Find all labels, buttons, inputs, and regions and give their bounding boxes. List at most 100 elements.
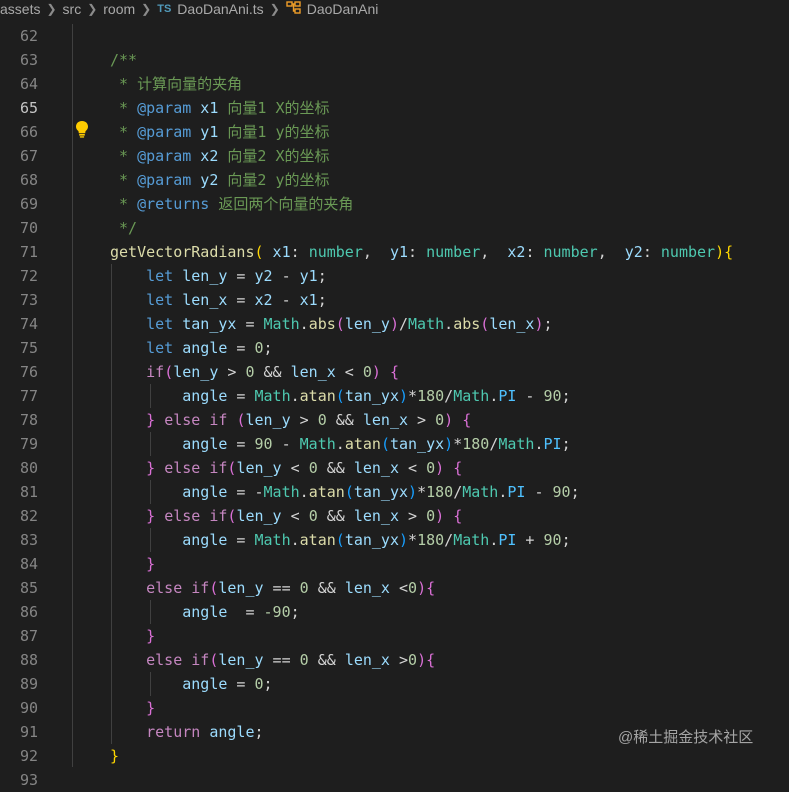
- code-text: let len_x = x2 - x1;: [110, 288, 327, 312]
- code-line[interactable]: 73 let len_x = x2 - x1;: [0, 288, 789, 312]
- line-number: 66: [19, 123, 38, 141]
- code-token: ): [408, 483, 418, 501]
- code-line[interactable]: 74 let tan_yx = Math.abs(len_y)/Math.abs…: [0, 312, 789, 336]
- line-number: 69: [19, 195, 38, 213]
- code-line[interactable]: 78 } else if (len_y > 0 && len_x > 0) {: [0, 408, 789, 432]
- code-token: .: [444, 315, 454, 333]
- code-token: PI: [498, 531, 517, 549]
- code-token: 向量1 X的坐标: [218, 99, 330, 117]
- code-line[interactable]: 68 * @param y2 向量2 y的坐标: [0, 168, 789, 192]
- code-token: ;: [561, 387, 571, 405]
- code-token: ;: [317, 267, 327, 285]
- code-token: angle: [182, 387, 228, 405]
- code-token: 90: [543, 531, 562, 549]
- code-token: =: [227, 483, 255, 501]
- code-token: 180: [462, 435, 490, 453]
- code-token: len_x: [362, 411, 409, 429]
- code-line[interactable]: 84 }: [0, 552, 789, 576]
- code-line[interactable]: 79 angle = 90 - Math.atan(tan_yx)*180/Ma…: [0, 432, 789, 456]
- code-line[interactable]: 64 * 计算向量的夹角: [0, 72, 789, 96]
- code-line[interactable]: 66 * @param y1 向量1 y的坐标: [0, 120, 789, 144]
- code-text: let tan_yx = Math.abs(len_y)/Math.abs(le…: [110, 312, 552, 336]
- code-token: {: [453, 459, 463, 477]
- code-token: {: [389, 363, 399, 381]
- code-token: */: [110, 219, 138, 237]
- code-token: <: [399, 459, 427, 477]
- code-token: ==: [263, 651, 300, 669]
- code-token: Math: [408, 315, 445, 333]
- line-number: 89: [19, 675, 38, 693]
- code-token: &&: [317, 507, 354, 525]
- code-token: ): [399, 387, 409, 405]
- code-line[interactable]: 67 * @param x2 向量2 X的坐标: [0, 144, 789, 168]
- code-token: >: [389, 651, 409, 669]
- code-token: =: [236, 315, 264, 333]
- code-token: angle: [182, 675, 228, 693]
- code-token: -90: [263, 603, 291, 621]
- code-line[interactable]: 77 angle = Math.atan(tan_yx)*180/Math.PI…: [0, 384, 789, 408]
- code-line[interactable]: 88 else if(len_y == 0 && len_x >0){: [0, 648, 789, 672]
- code-token: let: [146, 267, 174, 285]
- code-token: /: [399, 315, 409, 333]
- code-text: } else if(len_y < 0 && len_x < 0) {: [110, 456, 462, 480]
- code-text: }: [110, 744, 119, 768]
- code-token: atan: [299, 531, 336, 549]
- code-token: number: [543, 243, 598, 261]
- breadcrumb-item-assets[interactable]: assets: [0, 1, 40, 17]
- code-token: }: [146, 555, 156, 573]
- line-number: 85: [19, 579, 38, 597]
- code-line[interactable]: 62: [0, 24, 789, 48]
- code-editor[interactable]: 62 63/** 64 * 计算向量的夹角 65 * @param x1 向量1 X的…: [0, 24, 789, 789]
- code-line[interactable]: 75 let angle = 0;: [0, 336, 789, 360]
- code-token: ;: [570, 483, 580, 501]
- code-text: angle = 90 - Math.atan(tan_yx)*180/Math.…: [110, 432, 570, 456]
- code-token: *: [110, 171, 138, 189]
- code-line[interactable]: 69 * @returns 返回两个向量的夹角: [0, 192, 789, 216]
- code-line[interactable]: 82 } else if(len_y < 0 && len_x > 0) {: [0, 504, 789, 528]
- code-token: &&: [308, 651, 345, 669]
- breadcrumb-item-room[interactable]: room: [103, 1, 135, 17]
- code-token: ): [534, 315, 544, 333]
- code-token: if: [191, 651, 210, 669]
- code-line[interactable]: 70 */: [0, 216, 789, 240]
- code-line[interactable]: 93: [0, 768, 789, 792]
- code-line[interactable]: 63 /**: [0, 48, 789, 72]
- code-line[interactable]: 76 if(len_y > 0 && len_x < 0) {: [0, 360, 789, 384]
- code-line[interactable]: 65 * @param x1 向量1 X的坐标: [0, 96, 789, 120]
- code-token: }: [146, 507, 156, 525]
- code-token: Math: [254, 531, 291, 549]
- code-line[interactable]: 81 angle = -Math.atan(tan_yx)*180/Math.P…: [0, 480, 789, 504]
- code-line[interactable]: 83 angle = Math.atan(tan_yx)*180/Math.PI…: [0, 528, 789, 552]
- code-line[interactable]: 85 else if(len_y == 0 && len_x <0){: [0, 576, 789, 600]
- code-line[interactable]: 86 angle = -90;: [0, 600, 789, 624]
- breadcrumb-item-class[interactable]: DaoDanAni: [307, 1, 379, 17]
- code-text: let len_y = y2 - y1;: [110, 264, 327, 288]
- code-text: return angle;: [110, 720, 263, 744]
- code-token: >: [290, 411, 318, 429]
- code-line[interactable]: 72 let len_y = y2 - y1;: [0, 264, 789, 288]
- code-line[interactable]: 80 } else if(len_y < 0 && len_x < 0) {: [0, 456, 789, 480]
- line-number: 68: [19, 171, 38, 189]
- code-token: &&: [254, 363, 291, 381]
- code-token: else: [164, 411, 201, 429]
- code-line[interactable]: 90 }: [0, 696, 789, 720]
- code-token: @param: [137, 171, 192, 189]
- breadcrumb-item-file[interactable]: DaoDanAni.ts: [177, 1, 263, 17]
- code-token: x1: [299, 291, 318, 309]
- code-token: <: [335, 363, 363, 381]
- code-token: /: [489, 435, 499, 453]
- code-token: ,: [480, 243, 508, 261]
- breadcrumb-item-src[interactable]: src: [63, 1, 82, 17]
- code-line[interactable]: 92}: [0, 744, 789, 768]
- code-line[interactable]: 87 }: [0, 624, 789, 648]
- code-line[interactable]: 89 angle = 0;: [0, 672, 789, 696]
- code-line[interactable]: 71 getVectorRadians( x1: number, y1: numb…: [0, 240, 789, 264]
